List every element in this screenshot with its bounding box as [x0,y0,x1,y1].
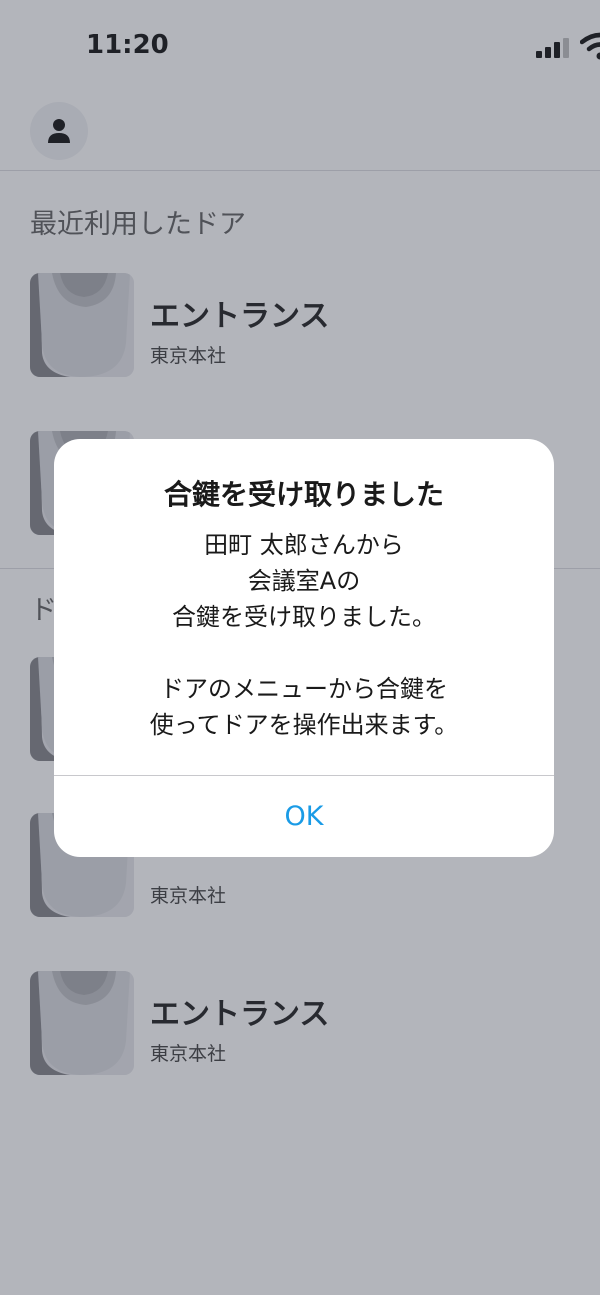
ok-button[interactable]: OK [54,776,554,857]
alert-message-line: 田町 太郎さんから [204,531,404,559]
alert-message-line [54,635,554,671]
alert-message-line: 合鍵を受け取りました。 [172,603,436,631]
alert-message-line: ドアのメニューから合鍵を [160,675,448,703]
door-list-screen: 11:20 最近利用したドア エントランス 東京本社 ド 東京本社 エントランス… [0,0,600,1295]
alert-message: 田町 太郎さんから 会議室Aの 合鍵を受け取りました。 ドアのメニューから合鍵を… [54,527,554,743]
key-received-alert: 合鍵を受け取りました 田町 太郎さんから 会議室Aの 合鍵を受け取りました。 ド… [54,439,554,857]
alert-message-line: 会議室Aの [247,567,361,595]
alert-message-line: 使ってドアを操作出来ます。 [149,711,459,739]
alert-title: 合鍵を受け取りました [163,478,444,511]
